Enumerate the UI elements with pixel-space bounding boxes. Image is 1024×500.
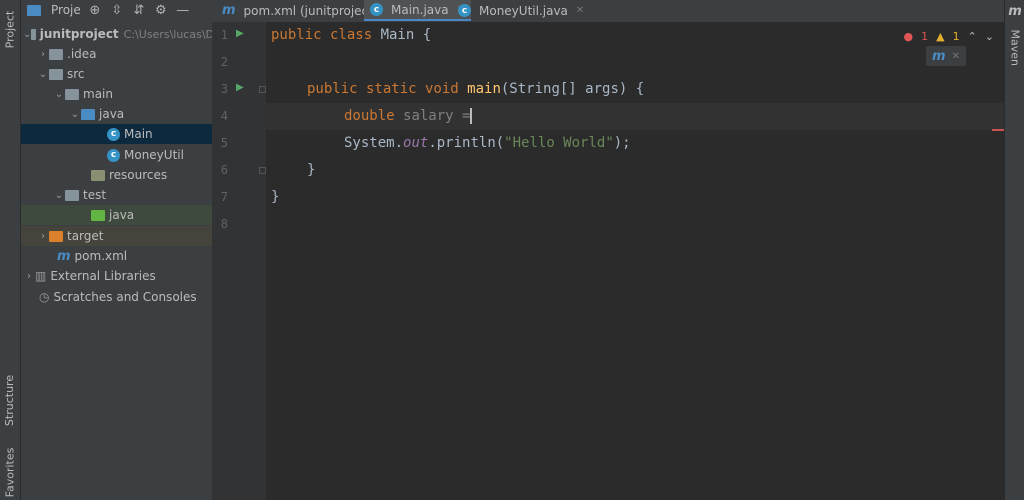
line-number: 5	[220, 136, 228, 150]
folder-icon	[49, 48, 63, 60]
gear-icon[interactable]: ⚙	[153, 3, 169, 18]
chevron-down-icon[interactable]: ⌄	[23, 29, 31, 40]
line-number: 3	[220, 82, 228, 96]
hide-icon[interactable]: —	[175, 3, 191, 18]
project-panel: Proje ⊕ ⇳ ⇵ ⚙ — ⌄ junitproject C:\Users\…	[21, 0, 298, 500]
module-folder-icon	[31, 28, 36, 40]
java-class-icon: c	[107, 148, 120, 162]
java-class-icon: c	[370, 3, 383, 16]
chevron-down-icon[interactable]: ⌄	[985, 30, 994, 43]
maven-tool-tab[interactable]: m Maven	[1005, 4, 1024, 66]
java-class-icon: c	[107, 127, 120, 141]
chevron-up-icon[interactable]: ⌃	[968, 30, 977, 43]
favorites-tool-tab[interactable]: Favorites	[0, 445, 20, 500]
java-class-icon: c	[458, 4, 471, 17]
project-tool-tab[interactable]: Project	[0, 4, 20, 54]
tree-item-main[interactable]: ⌄ main	[21, 84, 244, 104]
tree-item-src[interactable]: ⌄ src	[21, 64, 228, 84]
left-tool-stripe: Project Structure Favorites	[0, 0, 21, 500]
code-line-5: System.out.println("Hello World");	[344, 135, 631, 151]
tree-item-target[interactable]: › target	[21, 226, 228, 246]
tree-item-junitproject[interactable]: ⌄ junitproject C:\Users\lucas\D	[21, 24, 214, 44]
code-line-1: public class Main {	[271, 27, 432, 43]
folder-icon	[49, 68, 63, 80]
error-count: 1	[921, 30, 929, 43]
tree-item-scratches[interactable]: ◷ Scratches and Consoles	[21, 287, 230, 307]
warning-icon: ▲	[936, 30, 945, 43]
right-tool-stripe: m Maven	[1004, 0, 1024, 500]
folder-icon	[65, 88, 79, 100]
line-number: 1	[220, 28, 228, 42]
chevron-right-icon[interactable]: ›	[37, 231, 49, 242]
close-icon[interactable]: ✕	[952, 51, 960, 62]
inspection-widget[interactable]: ● 1 ▲ 1 ⌃ ⌄	[903, 30, 994, 43]
run-icon[interactable]: ▶	[236, 82, 244, 93]
close-icon[interactable]: ✕	[576, 5, 584, 16]
text-caret	[470, 108, 473, 124]
maven-reload-popup[interactable]: m ✕	[926, 46, 966, 66]
chevron-down-icon[interactable]: ⌄	[69, 109, 81, 120]
tree-item-idea[interactable]: › .idea	[21, 44, 228, 64]
chevron-right-icon[interactable]: ›	[37, 49, 49, 60]
chevron-down-icon[interactable]: ⌄	[53, 190, 65, 201]
fold-icon[interactable]	[259, 86, 266, 93]
line-number: 7	[220, 190, 228, 204]
excluded-folder-icon	[49, 230, 63, 242]
resources-folder-icon	[91, 169, 105, 181]
tree-item-test[interactable]: ⌄ test	[21, 185, 244, 205]
project-view-dropdown[interactable]: Proje	[51, 3, 81, 17]
editor-gutter: 1 ▶ 2 3 ▶ 4 5 6 7 8	[212, 22, 266, 500]
code-line-3: public static void main(String[] args) {	[307, 81, 645, 97]
libraries-icon: ▥	[35, 269, 47, 283]
folder-icon	[65, 189, 79, 201]
chevron-down-icon[interactable]: ⌄	[37, 69, 49, 80]
collapse-all-icon[interactable]: ⇵	[131, 3, 147, 18]
code-editor[interactable]: public class Main { public static void m…	[266, 22, 1004, 500]
line-number: 2	[220, 55, 228, 69]
source-folder-icon	[81, 108, 95, 120]
editor-tab-bar: m pom.xml (junitproject) ✕ c Main.java ✕…	[212, 0, 1004, 23]
project-view-icon	[27, 4, 41, 16]
tree-item-external-libraries[interactable]: › ▥ External Libraries	[21, 266, 214, 286]
code-line-6: }	[307, 162, 316, 178]
chevron-right-icon[interactable]: ›	[23, 271, 35, 282]
chevron-down-icon[interactable]: ⌄	[53, 89, 65, 100]
error-stripe-marker[interactable]	[992, 129, 1004, 131]
maven-icon: m	[57, 248, 71, 264]
warning-count: 1	[952, 30, 960, 43]
locate-icon[interactable]: ⊕	[87, 3, 103, 18]
run-icon[interactable]: ▶	[236, 28, 244, 39]
maven-icon: m	[1008, 4, 1022, 19]
error-icon: ●	[903, 30, 914, 43]
tab-moneyutil-java[interactable]: c MoneyUtil.java ✕	[452, 0, 590, 21]
code-line-7: }	[271, 189, 280, 205]
line-number: 4	[220, 109, 228, 123]
structure-tool-tab[interactable]: Structure	[0, 370, 20, 430]
code-line-4: double salary =	[344, 108, 473, 124]
project-panel-header: Proje ⊕ ⇳ ⇵ ⚙ —	[21, 0, 212, 20]
maven-icon: m	[222, 3, 236, 18]
fold-icon[interactable]	[259, 167, 266, 174]
line-number: 6	[220, 163, 228, 177]
expand-all-icon[interactable]: ⇳	[109, 3, 125, 18]
scratches-icon: ◷	[39, 290, 50, 304]
test-folder-icon	[91, 209, 105, 221]
line-number: 8	[220, 217, 228, 231]
maven-reload-icon[interactable]: m	[932, 49, 946, 64]
